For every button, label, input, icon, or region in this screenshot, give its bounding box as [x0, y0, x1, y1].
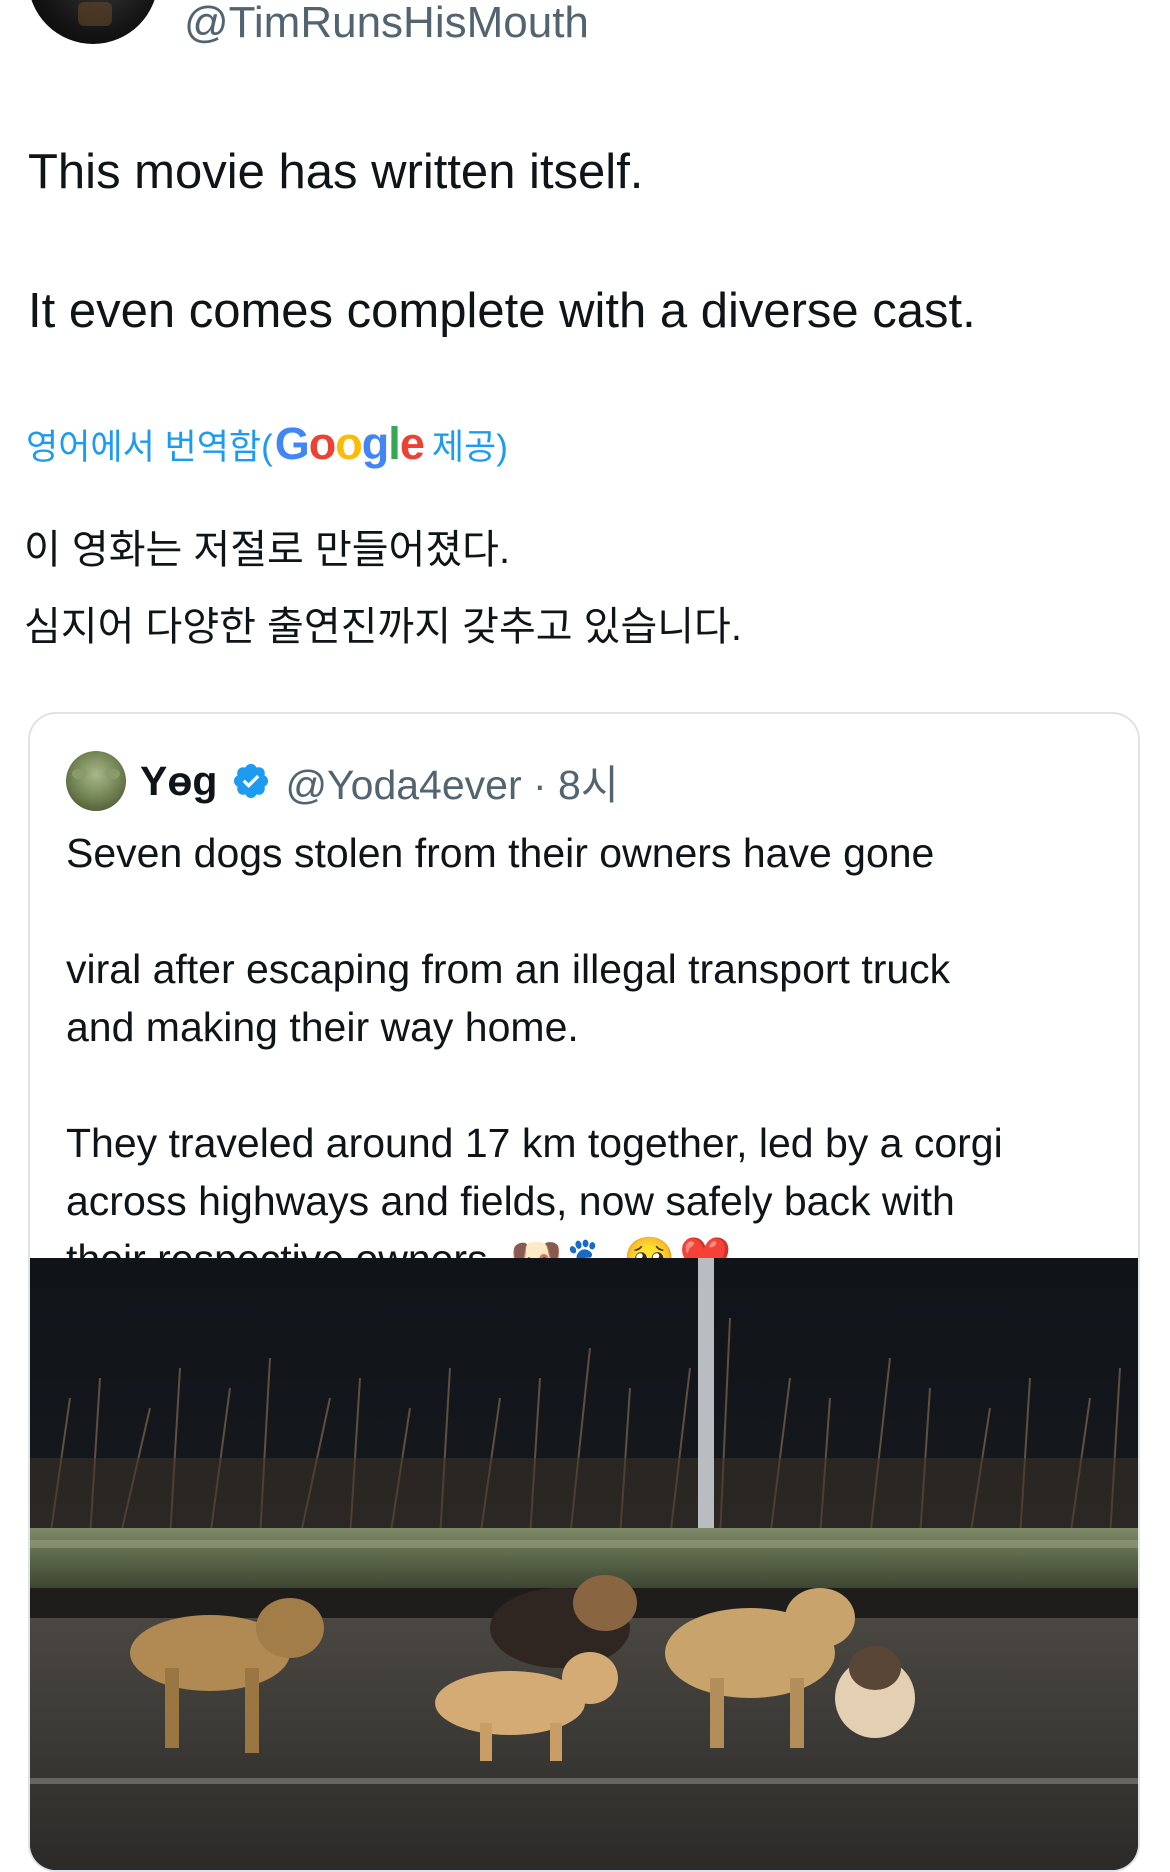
- quoted-tweet-text: Seven dogs stolen from their owners have…: [66, 824, 1106, 1288]
- tweet-text: This movie has written itself. It even c…: [28, 138, 1138, 345]
- quoted-line-3: and making their way home.: [66, 1004, 579, 1050]
- quoted-line-5: across highways and fields, now safely b…: [66, 1178, 955, 1224]
- translated-by-google-link[interactable]: 영어에서 번역함( Google 제공): [26, 418, 508, 470]
- translation-prefix: 영어에서 번역함(: [26, 427, 273, 467]
- quoted-tweet-header: Yɵg @Yoda4ever · 8시: [66, 750, 619, 812]
- verified-badge-icon: [234, 763, 269, 799]
- quoted-line-1: Seven dogs stolen from their owners have…: [66, 830, 935, 876]
- translated-line-1: 이 영화는 저절로 만들어졌다.: [24, 528, 511, 572]
- quoted-author-avatar[interactable]: [66, 751, 126, 811]
- quoted-handle-time[interactable]: @Yoda4ever · 8시: [285, 751, 618, 811]
- quoted-tweet-media[interactable]: [30, 1258, 1138, 1870]
- translation-suffix: 제공): [431, 427, 508, 467]
- translated-line-2: 심지어 다양한 출연진까지 갖추고 있습니다.: [24, 605, 742, 649]
- author-handle[interactable]: @TimRunsHisMouth: [184, 0, 589, 48]
- google-logo: Google: [274, 418, 425, 469]
- translated-text: 이 영화는 저절로 만들어졌다. 심지어 다양한 출연진까지 갖추고 있습니다.: [24, 512, 742, 666]
- dogs-photo: [30, 1258, 1138, 1870]
- quoted-line-2: viral after escaping from an illegal tra…: [66, 946, 951, 992]
- quoted-line-4: They traveled around 17 km together, led…: [66, 1120, 1003, 1166]
- quoted-tweet-card[interactable]: Yɵg @Yoda4ever · 8시 Seven dogs stolen fr…: [28, 712, 1140, 1872]
- tweet-line-1: This movie has written itself.: [28, 145, 644, 199]
- quoted-author-name[interactable]: Yɵg: [140, 758, 217, 805]
- tweet-line-2: It even comes complete with a diverse ca…: [28, 284, 976, 338]
- author-avatar[interactable]: [28, 0, 158, 44]
